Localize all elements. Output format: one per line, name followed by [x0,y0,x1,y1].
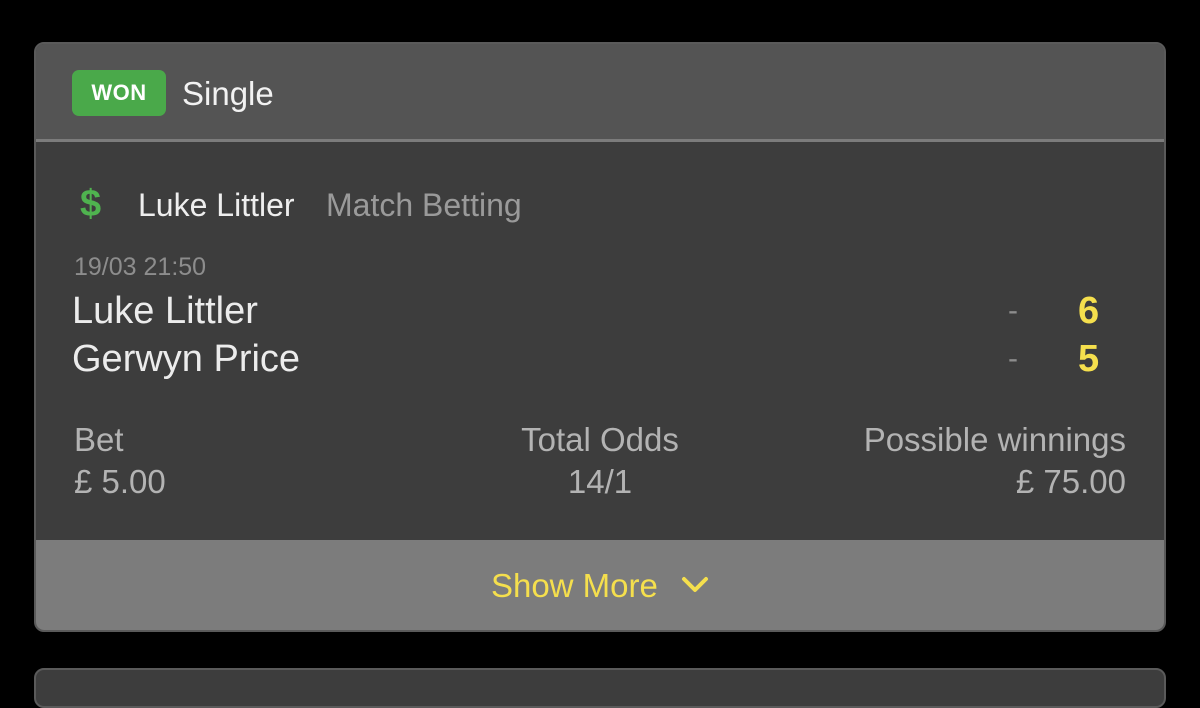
next-bet-card [34,668,1166,708]
score-home: 6 [1078,290,1100,332]
score-separator: - [1008,294,1018,327]
score-separator: - [1008,342,1018,375]
score-away: 5 [1078,338,1100,380]
market-name: Match Betting [326,187,522,223]
total-odds-value: 14/1 [567,463,633,500]
stake-label: Bet [74,421,124,458]
bet-type-label: Single [182,75,274,112]
dollar-icon: $ [80,183,102,225]
show-more-button[interactable]: Show More [36,540,1164,630]
chevron-down-icon [682,577,709,593]
show-more-content: Show More [36,566,1164,606]
possible-winnings-value: £ 75.00 [1015,463,1126,500]
bet-card: WON Single $ Luke Littler Match Betting … [34,42,1166,632]
possible-winnings-label: Possible winnings [863,421,1126,458]
status-badge: WON [72,70,166,116]
event-time: 19/03 21:50 [74,253,207,281]
team-name-away: Gerwyn Price [72,338,301,380]
show-more-label: Show More [490,567,658,604]
stake-value: £ 5.00 [74,463,166,500]
bet-card-header: WON Single [36,44,1164,142]
selection-name: Luke Littler [138,187,295,223]
total-odds-label: Total Odds [521,421,679,458]
team-name-home: Luke Littler [72,290,258,332]
